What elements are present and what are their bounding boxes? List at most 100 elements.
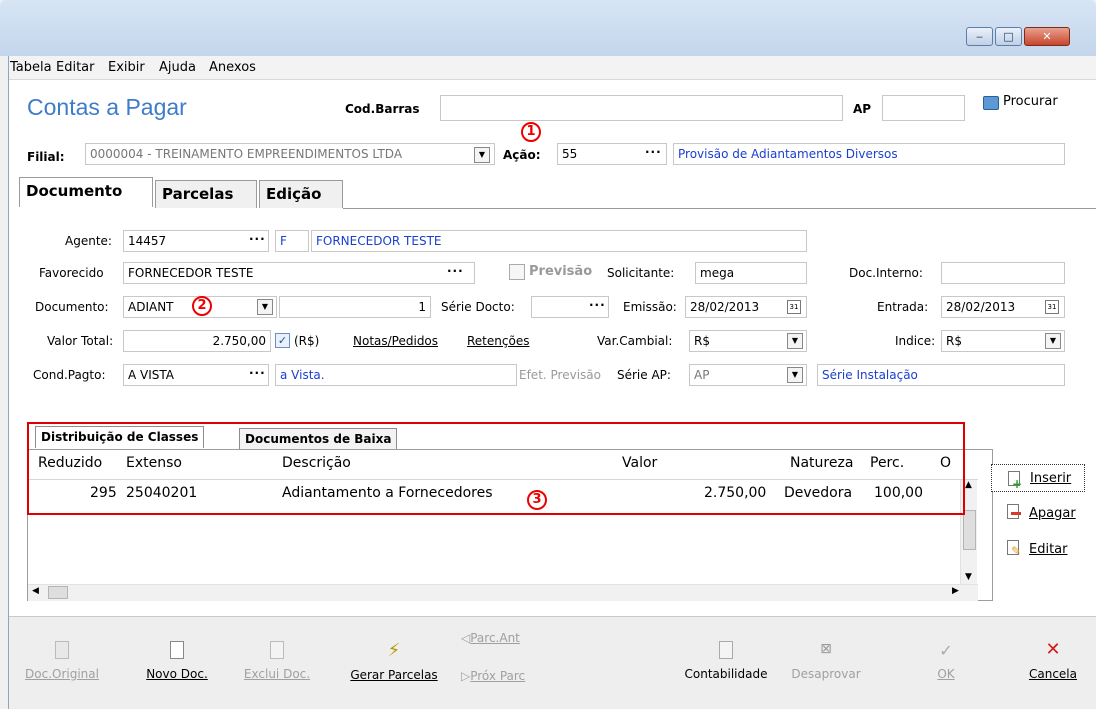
condpagto-input[interactable]: A VISTA bbox=[123, 364, 269, 386]
scroll-down-icon[interactable]: ▼ bbox=[965, 572, 972, 582]
favorecido-lookup-button[interactable]: ··· bbox=[447, 264, 464, 278]
valortotal-input[interactable]: 2.750,00 bbox=[123, 330, 271, 352]
maximize-button[interactable]: □ bbox=[995, 27, 1022, 46]
apagar-button[interactable]: Apagar bbox=[999, 502, 1089, 528]
emissao-calendar-icon[interactable]: 31 bbox=[787, 300, 801, 314]
documento-numero-input[interactable]: 1 bbox=[279, 296, 431, 318]
page-title: Contas a Pagar bbox=[27, 94, 187, 120]
indice-label: Indice: bbox=[895, 334, 936, 348]
solicitante-label: Solicitante: bbox=[607, 266, 675, 280]
rs-checkbox[interactable]: ✓ bbox=[275, 333, 290, 348]
vertical-scroll-thumb[interactable] bbox=[963, 510, 976, 550]
documento-label: Documento: bbox=[35, 300, 109, 314]
entrada-label: Entrada: bbox=[877, 300, 929, 314]
condpagto-description: a Vista. bbox=[275, 364, 517, 386]
novo-doc-button[interactable]: Novo Doc. bbox=[137, 641, 217, 681]
ap-input[interactable] bbox=[882, 95, 965, 121]
entrada-calendar-icon[interactable]: 31 bbox=[1045, 300, 1059, 314]
menu-ajuda[interactable]: Ajuda bbox=[159, 60, 196, 75]
agente-input[interactable]: 14457 bbox=[123, 230, 269, 252]
new-doc-icon bbox=[170, 641, 184, 659]
filial-dropdown-icon[interactable]: ▼ bbox=[474, 147, 490, 163]
apagar-label: Apagar bbox=[1029, 506, 1076, 521]
rs-label: (R$) bbox=[294, 334, 320, 348]
serieap-dropdown-icon[interactable]: ▼ bbox=[787, 367, 803, 383]
scroll-up-icon[interactable]: ▲ bbox=[965, 480, 972, 490]
menu-editar[interactable]: Editar bbox=[56, 60, 95, 75]
editar-button[interactable]: ✎ Editar bbox=[999, 538, 1089, 564]
prox-parc-button[interactable]: ▷Próx Parc bbox=[461, 669, 551, 683]
emissao-label: Emissão: bbox=[623, 300, 677, 314]
novo-doc-label: Novo Doc. bbox=[146, 667, 208, 681]
window-title-bar: ‒ □ ✕ bbox=[0, 0, 1096, 56]
check-icon: ✓ bbox=[939, 641, 953, 660]
previsao-label: Previsão bbox=[529, 264, 593, 279]
horizontal-scroll-thumb[interactable] bbox=[48, 586, 68, 599]
ok-button[interactable]: ✓ OK bbox=[921, 641, 971, 681]
menu-tabela[interactable]: Tabela bbox=[10, 60, 52, 75]
disapprove-icon: ⊠ bbox=[820, 641, 832, 657]
tab-documento[interactable]: Documento bbox=[19, 177, 153, 207]
minimize-button[interactable]: ‒ bbox=[966, 27, 993, 46]
search-icon bbox=[983, 96, 999, 110]
plus-icon: + bbox=[1012, 477, 1023, 491]
indice-dropdown-icon[interactable]: ▼ bbox=[1045, 333, 1061, 349]
menu-exibir[interactable]: Exibir bbox=[108, 60, 145, 75]
condpagto-label: Cond.Pagto: bbox=[33, 368, 106, 382]
parc-ant-button[interactable]: ◁Parc.Ant bbox=[461, 631, 551, 645]
scroll-right-icon[interactable]: ▶ bbox=[952, 586, 959, 596]
retencoes-link[interactable]: Retenções bbox=[467, 334, 529, 348]
close-icon: ✕ bbox=[1042, 30, 1052, 43]
lightning-icon: ⚡ bbox=[387, 640, 401, 661]
solicitante-input[interactable]: mega bbox=[695, 262, 807, 284]
agente-lookup-button[interactable]: ··· bbox=[249, 232, 266, 246]
maximize-icon: □ bbox=[1003, 30, 1014, 43]
tab-edicao[interactable]: Edição bbox=[259, 180, 343, 208]
agente-label: Agente: bbox=[65, 234, 112, 248]
gerar-parcelas-button[interactable]: ⚡ Gerar Parcelas bbox=[341, 641, 447, 682]
close-button[interactable]: ✕ bbox=[1024, 27, 1070, 46]
valortotal-label: Valor Total: bbox=[47, 334, 114, 348]
delete-doc-icon bbox=[270, 641, 284, 659]
highlight-box bbox=[27, 422, 965, 515]
menu-anexos[interactable]: Anexos bbox=[209, 60, 256, 75]
tab-strip-line bbox=[343, 208, 1096, 209]
documento-dropdown-icon[interactable]: ▼ bbox=[257, 299, 273, 315]
next-arrow-icon: ▷ bbox=[461, 669, 471, 683]
docinterno-label: Doc.Interno: bbox=[849, 266, 923, 280]
tab-parcelas[interactable]: Parcelas bbox=[155, 180, 257, 208]
desaprovar-button[interactable]: ⊠ Desaprovar bbox=[781, 641, 871, 681]
gerar-parcelas-label: Gerar Parcelas bbox=[350, 668, 438, 682]
serieap-description: Série Instalação bbox=[817, 364, 1065, 386]
condpagto-lookup-button[interactable]: ··· bbox=[249, 366, 266, 380]
editar-label: Editar bbox=[1029, 542, 1068, 557]
cancela-button[interactable]: ✕ Cancela bbox=[1023, 641, 1083, 682]
doc-original-label: Doc.Original bbox=[25, 667, 99, 681]
scroll-left-icon[interactable]: ◀ bbox=[32, 586, 39, 596]
seriedocto-label: Série Docto: bbox=[441, 300, 515, 314]
previsao-checkbox[interactable] bbox=[509, 264, 525, 280]
notas-pedidos-link[interactable]: Notas/Pedidos bbox=[353, 334, 438, 348]
minus-icon bbox=[1011, 512, 1021, 515]
varcambial-label: Var.Cambial: bbox=[597, 334, 673, 348]
cancela-label: Cancela bbox=[1028, 667, 1077, 681]
docinterno-input[interactable] bbox=[941, 262, 1065, 284]
agente-tipo: F bbox=[275, 230, 309, 252]
codbarras-input[interactable] bbox=[440, 95, 843, 121]
varcambial-dropdown-icon[interactable]: ▼ bbox=[787, 333, 803, 349]
filial-select[interactable]: 0000004 - TREINAMENTO EMPREENDIMENTOS LT… bbox=[85, 143, 495, 165]
exclui-doc-button[interactable]: Exclui Doc. bbox=[237, 641, 317, 681]
agente-nome: FORNECEDOR TESTE bbox=[311, 230, 807, 252]
inserir-label: Inserir bbox=[1030, 471, 1072, 486]
seriedocto-lookup-button[interactable]: ··· bbox=[589, 298, 606, 312]
horizontal-scrollbar[interactable]: ◀ ▶ bbox=[28, 584, 978, 601]
acao-lookup-button[interactable]: ··· bbox=[645, 145, 662, 159]
filial-label: Filial: bbox=[27, 150, 65, 164]
desaprovar-label: Desaprovar bbox=[791, 667, 861, 681]
favorecido-input[interactable]: FORNECEDOR TESTE bbox=[123, 262, 475, 284]
contabilidade-button[interactable]: Contabilidade bbox=[671, 641, 781, 681]
doc-original-icon bbox=[55, 641, 69, 659]
doc-original-button[interactable]: Doc.Original bbox=[17, 641, 107, 681]
inserir-button[interactable]: + Inserir bbox=[991, 464, 1085, 492]
parc-ant-label: Parc.Ant bbox=[470, 631, 520, 645]
